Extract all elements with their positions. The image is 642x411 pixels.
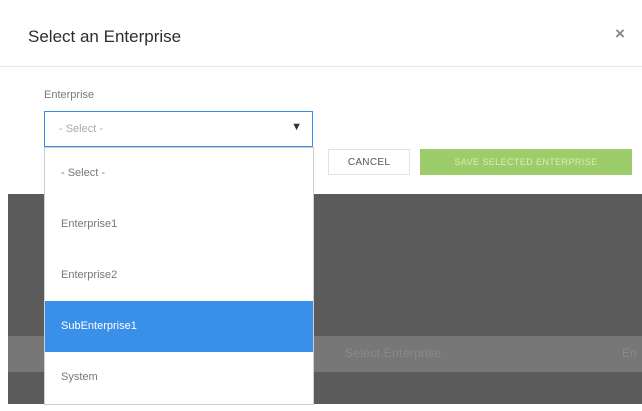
enterprise-select[interactable]: - Select - ▼: [44, 111, 313, 147]
dialog-title: Select an Enterprise: [28, 27, 182, 46]
dropdown-option-label: System: [61, 371, 98, 383]
enterprise-label: Enterprise: [44, 89, 95, 101]
dialog-header: Select an Enterprise ×: [0, 0, 642, 67]
background-label: Select Enterprise: [345, 346, 442, 360]
dropdown-option-label: Enterprise2: [61, 269, 118, 281]
dropdown-option-label: Enterprise1: [61, 218, 118, 230]
enterprise-dropdown-list: - Select - Enterprise1 Enterprise2 SubEn…: [44, 147, 314, 405]
close-icon[interactable]: ×: [609, 23, 631, 45]
save-selected-enterprise-button[interactable]: SAVE SELECTED ENTERPRISE: [420, 149, 632, 175]
dropdown-option-enterprise1[interactable]: Enterprise1: [45, 199, 313, 250]
dropdown-option-select[interactable]: - Select -: [45, 148, 313, 199]
dropdown-option-system[interactable]: System: [45, 352, 313, 403]
chevron-down-icon: ▼: [291, 121, 302, 133]
dropdown-option-subenterprise1[interactable]: SubEnterprise1: [45, 301, 313, 352]
cancel-button[interactable]: CANCEL: [328, 149, 410, 175]
dropdown-option-label: - Select -: [61, 167, 106, 179]
background-label-2: En: [622, 346, 637, 360]
dropdown-option-enterprise2[interactable]: Enterprise2: [45, 250, 313, 301]
dropdown-option-label: SubEnterprise1: [61, 320, 137, 332]
enterprise-select-value: - Select -: [59, 123, 104, 135]
